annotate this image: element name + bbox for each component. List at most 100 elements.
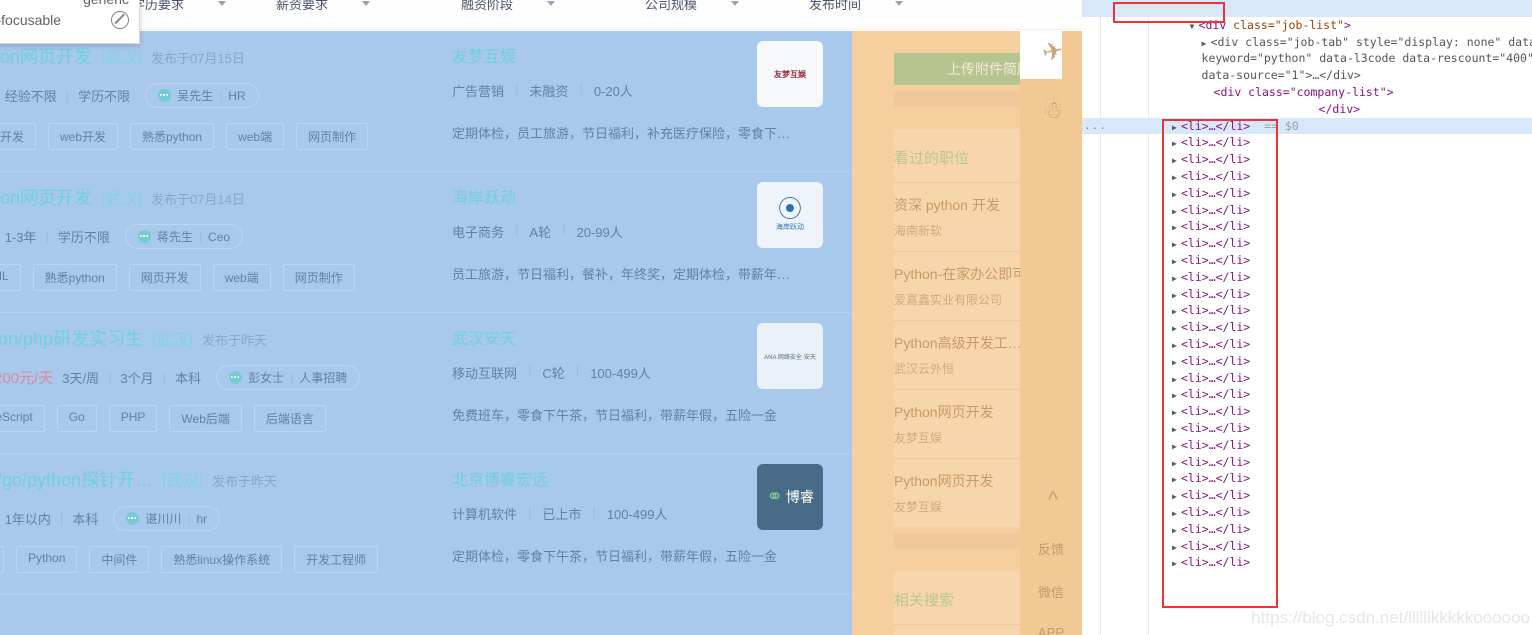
devtools-node-li[interactable]: <li>…</li> — [1082, 302, 1532, 319]
devtools-node-company-list[interactable]: <div class="company-list"> — [1082, 67, 1532, 99]
devtools-node-li[interactable]: <li>…</li> — [1082, 454, 1532, 471]
job-tag[interactable]: TypeScript — [0, 405, 45, 432]
chevron-up-icon[interactable]: ^ — [1036, 486, 1070, 514]
rail-app-label[interactable]: APP — [1020, 625, 1082, 635]
filter-education[interactable]: 学历要求 — [132, 0, 227, 13]
devtools-node-li[interactable]: <li>…</li> — [1082, 487, 1532, 504]
devtools-li-text: <li>…</li> — [1181, 488, 1251, 503]
devtools-node-li[interactable]: <li>…</li> — [1082, 403, 1532, 420]
filter-funding[interactable]: 融资阶段 — [461, 0, 556, 13]
filter-salary[interactable]: 薪资要求 — [276, 0, 371, 13]
job-tag[interactable]: PHP — [108, 405, 158, 432]
devtools-node-li[interactable]: <li>…</li> — [1082, 252, 1532, 269]
company-welfare: 员工旅游，节日福利，餐补，年终奖，定期体检，带薪年… — [452, 267, 791, 282]
job-tag[interactable]: 网页制作 — [296, 123, 369, 150]
devtools-node-li[interactable]: <li>…</li> — [1082, 554, 1532, 571]
devtools-node-li[interactable]: <li>…</li> — [1082, 370, 1532, 387]
devtools-li-text: <li>…</li> — [1181, 168, 1251, 183]
devtools-node-li[interactable]: <li>…</li> — [1082, 218, 1532, 235]
job-tag[interactable]: 中间件 — [89, 546, 150, 573]
filter-posted[interactable]: 发布时间 — [809, 0, 904, 13]
rail-feedback-label[interactable]: 反馈 — [1020, 539, 1082, 558]
devtools-node-li[interactable]: <li>…</li> — [1082, 470, 1532, 487]
job-tag[interactable]: 网页制作 — [282, 264, 355, 291]
devtools-node-li[interactable]: <li>…</li> — [1082, 319, 1532, 336]
devtools-node-li[interactable]: <li>…</li> — [1082, 521, 1532, 538]
job-tag[interactable]: 网页开发 — [128, 264, 201, 291]
devtools-node-li[interactable]: <li>…</li> — [1082, 168, 1532, 185]
job-tag[interactable]: web端 — [226, 123, 285, 150]
hr-contact-pill[interactable]: 谌川川 | hr — [113, 506, 221, 531]
job-title[interactable]: Python网页开发 — [0, 184, 92, 210]
devtools-node-li[interactable]: <li>…</li> — [1082, 336, 1532, 353]
devtools-node-li[interactable]: <li>…</li> — [1082, 353, 1532, 370]
job-title[interactable]: java/go/python探针开… — [0, 466, 153, 492]
job-list-item[interactable]: python/php研发实习生 [武汉] 发布于昨天 100-200元/天 3天… — [0, 313, 852, 454]
devtools-node-li[interactable]: <li>…</li> — [1082, 269, 1532, 286]
divider: | — [219, 88, 223, 103]
job-list-item[interactable]: Python网页开发 [武汉] 发布于07月15日 4-5K 经验不限 | 学历… — [0, 31, 852, 172]
devtools-li-text: <li>…</li> — [1181, 269, 1251, 284]
hr-contact-pill[interactable]: 吴先生 | HR — [145, 83, 259, 108]
devtools-node-li[interactable]: <li>…</li> — [1082, 134, 1532, 151]
job-tag[interactable]: Python — [16, 546, 78, 573]
devtools-node-li[interactable]: <li>…</li> — [1082, 437, 1532, 454]
job-tag[interactable]: HTML — [0, 264, 21, 291]
devtools-node-job-list[interactable]: <div class="job-list"> — [1082, 0, 1532, 32]
job-tag[interactable]: web开发 — [48, 123, 119, 150]
devtools-node-li[interactable]: <li>…</li> — [1082, 286, 1532, 303]
rail-wechat-label[interactable]: 微信 — [1020, 582, 1082, 601]
job-city: [武汉] — [162, 473, 203, 490]
devtools-node-li[interactable]: <li>…</li> — [1082, 504, 1532, 521]
hr-contact-pill[interactable]: 蒋先生 | Ceo — [124, 224, 244, 249]
hr-name: 吴先生 — [177, 89, 214, 103]
inspected-page: 学历要求 薪资要求 融资阶段 公司规模 发布时间 on网页开发 [武汉] 发布于… — [0, 0, 1082, 635]
devtools-node-li[interactable]: <li>…</li> — [1082, 235, 1532, 252]
devtools-node-li[interactable]: <li>…</li> — [1082, 202, 1532, 219]
devtools-li-text: <li>…</li> — [1181, 555, 1251, 570]
devtools-node-job-tab[interactable]: <div class="job-tab" style="display: non… — [1082, 17, 1532, 49]
disclosure-triangle-closed-icon[interactable] — [1172, 554, 1181, 573]
divider: | — [65, 88, 70, 103]
devtools-li-text: <li>…</li> — [1181, 404, 1251, 419]
devtools-node-li[interactable]: <li>…</li> — [1082, 420, 1532, 437]
job-title[interactable]: Python网页开发 — [0, 43, 92, 69]
job-tag[interactable]: 开发工程师 — [294, 546, 379, 573]
paper-plane-icon[interactable]: ✈ — [1033, 32, 1073, 72]
job-tag[interactable]: 熟悉python — [32, 264, 117, 291]
job-tag[interactable]: web端 — [212, 264, 271, 291]
job-tag-list: Go Python 中间件 熟悉linux操作系统 开发工程师 — [0, 546, 379, 573]
job-list-item[interactable]: Python网页开发 [武汉] 发布于07月14日 4-8K 1-3年 | 学历… — [0, 172, 852, 313]
job-tag[interactable]: Go — [0, 546, 5, 573]
devtools-li-text: <li>…</li> — [1181, 387, 1251, 402]
job-experience: 1年以内 — [4, 512, 51, 527]
company-logo-text: 友梦互娱 — [774, 69, 806, 79]
devtools-node-li[interactable]: <li>…</li> — [1082, 185, 1532, 202]
divider: | — [45, 229, 49, 244]
job-tag[interactable]: 后端语言 — [253, 405, 326, 432]
hr-contact-pill[interactable]: 彭女士 | 人事招聘 — [216, 365, 361, 390]
filter-size[interactable]: 公司规模 — [645, 0, 740, 13]
devtools-gutter-ellipsis[interactable]: ··· — [1084, 121, 1107, 138]
devtools-node-li[interactable]: <li>…</li> == $0 — [1082, 117, 1532, 135]
devtools-node-li[interactable]: <li>…</li> — [1082, 386, 1532, 403]
devtools-elements-panel: <div class="job-list"> <div class="job-t… — [1082, 0, 1532, 635]
job-title[interactable]: python/php研发实习生 — [0, 325, 143, 351]
devtools-li-text: <li>…</li> — [1181, 320, 1251, 335]
job-tag[interactable]: 网页开发 — [0, 123, 37, 150]
job-tag[interactable]: Go — [56, 405, 97, 432]
devtools-node-ul[interactable]: <ul> — [1082, 101, 1532, 133]
job-city: [武汉] — [152, 332, 193, 349]
hr-name: 蒋先生 — [156, 230, 193, 244]
job-tag[interactable]: Web后端 — [169, 405, 242, 432]
devtools-node-li[interactable]: <li>…</li> — [1082, 538, 1532, 555]
hr-name: 谌川川 — [145, 512, 182, 526]
devtools-li-text: <li>…</li> — [1181, 336, 1251, 351]
chevron-down-icon — [731, 1, 740, 6]
user-icon[interactable]: ☃ — [1036, 93, 1070, 127]
devtools-node-li[interactable]: <li>…</li> — [1082, 151, 1532, 168]
job-list-item[interactable]: java/go/python探针开… [武汉] 发布于昨天 5-7K 1年以内 … — [0, 454, 852, 595]
job-tag[interactable]: 熟悉linux操作系统 — [161, 546, 283, 573]
screen-root: 学历要求 薪资要求 融资阶段 公司规模 发布时间 on网页开发 [武汉] 发布于… — [0, 0, 1532, 635]
job-tag[interactable]: 熟悉python — [130, 123, 215, 150]
